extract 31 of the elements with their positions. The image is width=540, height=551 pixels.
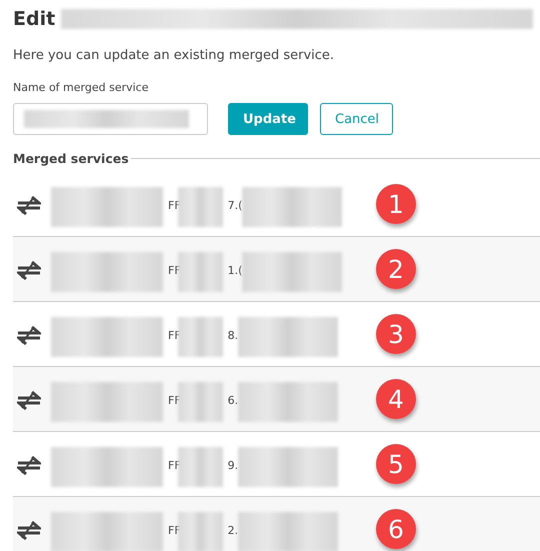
- merge-arrows-icon: [17, 195, 41, 215]
- description-text: Here you can update an existing merged service.: [13, 48, 336, 63]
- service-prefix: FF: [167, 524, 181, 537]
- service-fragment: 7.(: [226, 199, 242, 212]
- section-title: Merged services: [13, 151, 129, 166]
- number-marker: 6: [376, 509, 416, 549]
- merge-arrows-icon: [17, 325, 41, 345]
- number-marker: 2: [376, 249, 416, 289]
- merge-arrows-icon: [17, 520, 41, 540]
- service-fragment: 2.: [226, 524, 238, 537]
- service-prefix: FF: [167, 199, 181, 212]
- service-prefix: FF: [167, 459, 181, 472]
- service-fragment: 6.: [226, 394, 238, 407]
- number-marker: 1: [376, 184, 416, 224]
- service-prefix: FF: [167, 329, 181, 342]
- number-marker: 5: [376, 444, 416, 484]
- field-label: Name of merged service: [13, 81, 150, 94]
- number-marker: 3: [376, 314, 416, 354]
- page-title: Edit: [13, 8, 56, 30]
- cancel-button[interactable]: Cancel: [320, 103, 393, 135]
- merge-arrows-icon: [17, 260, 41, 280]
- merge-arrows-icon: [17, 455, 41, 475]
- service-fragment: 8.: [226, 329, 238, 342]
- service-fragment: 9.: [226, 459, 238, 472]
- number-marker: 4: [376, 379, 416, 419]
- update-button[interactable]: Update: [228, 103, 308, 135]
- merge-arrows-icon: [17, 390, 41, 410]
- name-field[interactable]: [13, 103, 208, 135]
- service-fragment: 1.(: [226, 264, 242, 277]
- service-prefix: FF: [167, 394, 181, 407]
- service-prefix: FF: [167, 264, 181, 277]
